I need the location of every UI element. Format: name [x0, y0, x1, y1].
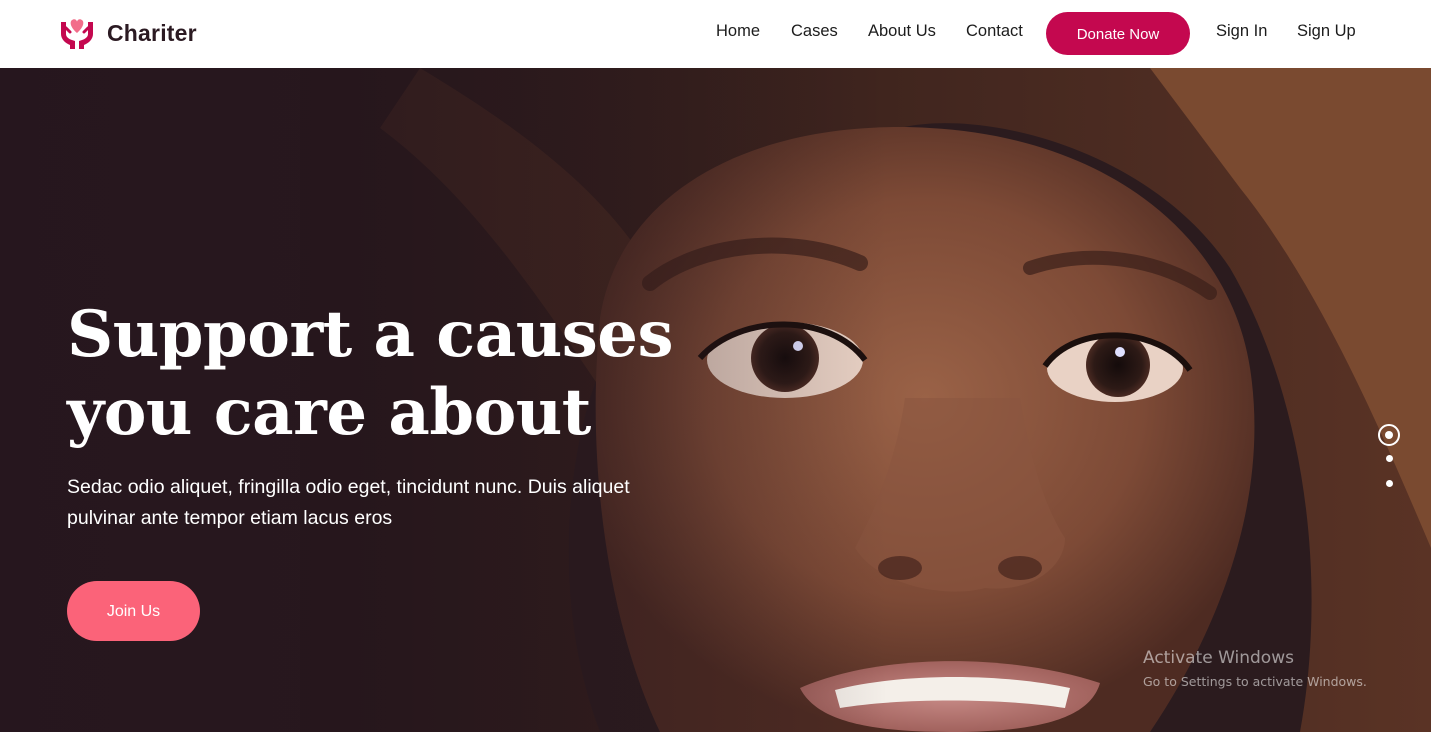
- nav-contact[interactable]: Contact: [966, 20, 1023, 42]
- slider-dot-2[interactable]: [1386, 455, 1393, 462]
- nav-cases[interactable]: Cases: [791, 20, 838, 42]
- join-us-button[interactable]: Join Us: [67, 581, 200, 641]
- brand-name: Chariter: [107, 19, 197, 46]
- hands-heart-icon: [61, 19, 93, 49]
- donate-now-button[interactable]: Donate Now: [1046, 12, 1190, 55]
- nav-home[interactable]: Home: [716, 20, 760, 42]
- hero-subtitle: Sedac odio aliquet, fringilla odio eget,…: [67, 476, 630, 529]
- sign-up-link[interactable]: Sign Up: [1297, 20, 1356, 42]
- hero-title: Support a causes you care about: [67, 297, 674, 450]
- brand[interactable]: Chariter: [58, 13, 197, 53]
- hero-section: Support a causes you care about Sedac od…: [0, 68, 1431, 732]
- site-header: Chariter Home Cases About Us Contact Don…: [0, 0, 1431, 68]
- nav-about-us[interactable]: About Us: [868, 20, 936, 42]
- slider-dot-3[interactable]: [1386, 480, 1393, 487]
- sign-in-link[interactable]: Sign In: [1216, 20, 1267, 42]
- activation-watermark-title: Activate Windows: [1143, 648, 1294, 668]
- slider-dot-1[interactable]: [1378, 424, 1400, 446]
- activation-watermark-subtitle: Go to Settings to activate Windows.: [1143, 674, 1367, 689]
